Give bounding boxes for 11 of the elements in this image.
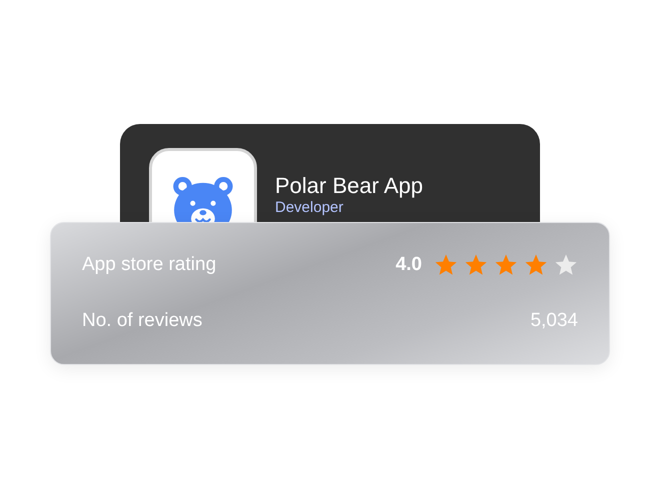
star-icon bbox=[434, 253, 458, 277]
developer-name: Developer bbox=[275, 199, 344, 217]
star-icon bbox=[464, 253, 488, 277]
stat-label: App store rating bbox=[82, 254, 216, 276]
star-icon bbox=[494, 253, 518, 277]
review-count: 5,034 bbox=[530, 310, 578, 332]
star-icon bbox=[524, 253, 548, 277]
stat-label: No. of reviews bbox=[82, 310, 202, 332]
app-name: Polar Bear App bbox=[275, 173, 423, 199]
rating-value: 4.0 bbox=[396, 254, 422, 276]
star-icon bbox=[554, 253, 578, 277]
